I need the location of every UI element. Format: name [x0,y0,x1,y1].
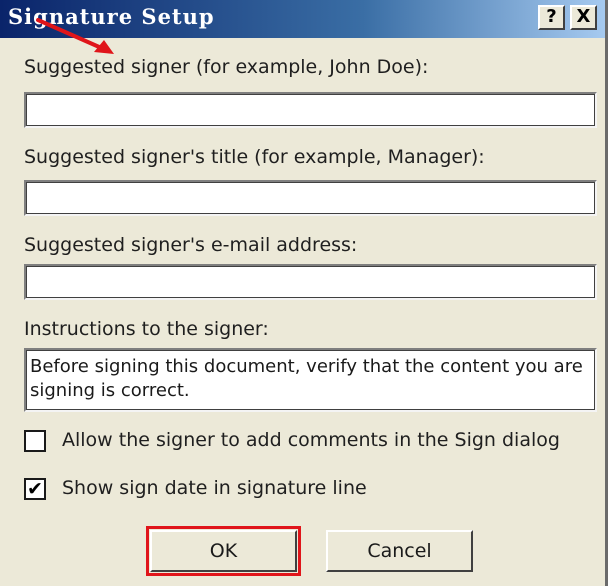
signer-title-label-text: Suggested signer's title (for example, M… [24,146,485,168]
signature-setup-dialog: Signature Setup ? X Suggested signer (fo… [0,0,608,586]
signer-title-label: Suggested signer's title (for example, M… [24,146,485,168]
signer-email-input[interactable] [24,264,597,300]
instructions-label: Instructions to the signer: [24,318,269,340]
ok-button[interactable]: OK [150,530,297,572]
close-button[interactable]: X [570,5,597,30]
signer-title-input[interactable] [24,180,597,216]
signer-email-label-text: Suggested signer's e-mail address: [24,234,358,256]
show-date-checkmark-icon: ✔ [27,478,43,500]
cancel-button[interactable]: Cancel [326,530,473,572]
red-arrow-icon [36,18,114,54]
instructions-label-text: Instructions to the signer: [24,318,269,340]
help-button[interactable]: ? [538,5,565,30]
signer-email-label: Suggested signer's e-mail address: [24,234,357,256]
show-date-checkbox[interactable]: ✔ [24,478,46,500]
allow-comments-checkbox[interactable] [24,430,46,452]
allow-comments-label: Allow the signer to add comments in the … [62,429,560,451]
signer-input[interactable] [24,92,597,128]
instructions-textarea[interactable]: Before signing this document, verify tha… [24,348,597,412]
show-date-label: Show sign date in signature line [62,477,367,499]
